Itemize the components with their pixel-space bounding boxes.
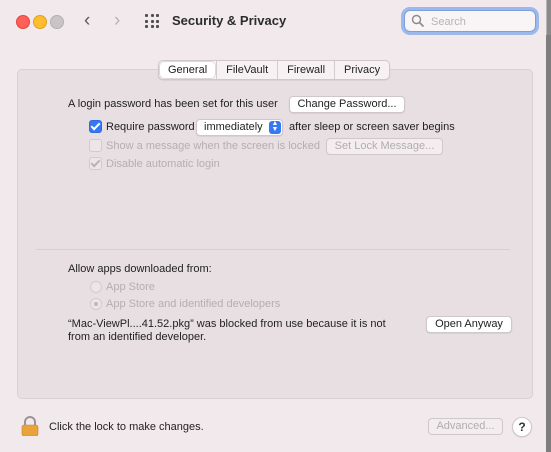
require-password-checkbox[interactable] [89, 120, 102, 133]
after-sleep-text: after sleep or screen saver begins [289, 121, 455, 133]
lock-icon[interactable] [20, 416, 40, 436]
search-input[interactable] [429, 13, 531, 30]
tab-privacy[interactable]: Privacy [334, 61, 389, 79]
show-message-checkbox[interactable] [89, 139, 102, 152]
forward-arrow-icon[interactable]: › [114, 10, 120, 32]
title-bar: ‹ › Security & Privacy [0, 0, 546, 44]
close-window-button[interactable] [16, 15, 30, 29]
set-lock-message-button[interactable]: Set Lock Message... [326, 138, 443, 155]
tab-filevault[interactable]: FileVault [216, 61, 277, 79]
section-divider [36, 249, 510, 250]
allow-apps-heading: Allow apps downloaded from: [68, 263, 212, 275]
advanced-button[interactable]: Advanced... [428, 418, 503, 435]
zoom-window-button[interactable] [50, 15, 64, 29]
app-store-radio[interactable] [90, 281, 102, 293]
show-message-label: Show a message when the screen is locked [106, 140, 321, 152]
tab-firewall[interactable]: Firewall [277, 61, 334, 79]
blocked-message-line2: from an identified developer. [68, 331, 207, 343]
window-title: Security & Privacy [172, 13, 287, 28]
open-anyway-button[interactable]: Open Anyway [426, 316, 512, 333]
disable-auto-login-label: Disable automatic login [106, 158, 220, 170]
login-password-text: A login password has been set for this u… [68, 98, 278, 110]
tab-general[interactable]: General [160, 62, 216, 78]
preferences-window: ‹ › Security & Privacy General FileVault… [0, 0, 547, 452]
search-icon [411, 14, 424, 27]
require-password-timing-select[interactable]: immediately ▲ ▼ [196, 119, 283, 136]
show-all-grid-icon[interactable] [145, 14, 159, 28]
search-field[interactable] [404, 10, 536, 32]
tab-bar: General FileVault Firewall Privacy [158, 60, 391, 80]
help-button[interactable]: ? [512, 417, 532, 437]
background-edge [546, 35, 551, 452]
chevron-updown-icon: ▲ ▼ [269, 120, 281, 134]
identified-developers-radio[interactable] [90, 298, 102, 310]
minimize-window-button[interactable] [33, 15, 47, 29]
change-password-button[interactable]: Change Password... [289, 96, 405, 113]
require-password-label: Require password [106, 121, 195, 133]
disable-auto-login-checkbox[interactable] [89, 157, 102, 170]
blocked-message-line1: “Mac-ViewPl....41.52.pkg” was blocked fr… [68, 318, 386, 330]
app-store-label: App Store [106, 281, 155, 293]
timing-value: immediately [204, 121, 263, 133]
identified-developers-label: App Store and identified developers [106, 298, 281, 310]
back-arrow-icon[interactable]: ‹ [84, 10, 90, 32]
lock-text: Click the lock to make changes. [49, 421, 204, 433]
